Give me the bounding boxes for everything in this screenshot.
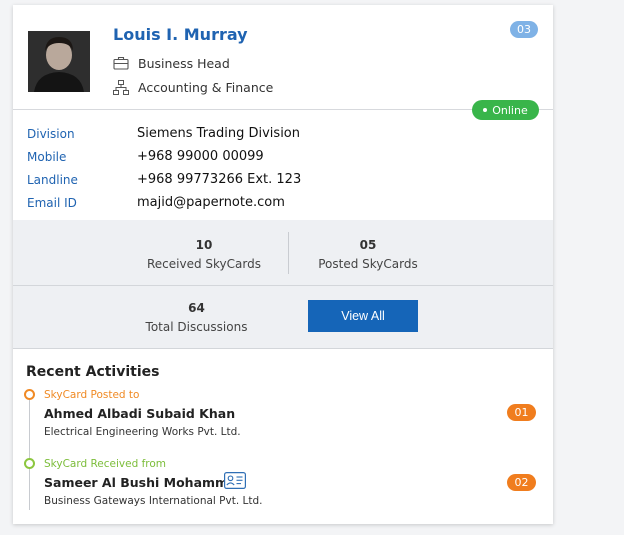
stat-label: Posted SkyCards [318,257,418,271]
info-row-landline: Landline +968 99773266 Ext. 123 [27,168,301,191]
activity-company: Business Gateways International Pvt. Ltd… [44,495,263,507]
info-label: Division [27,126,75,141]
info-label: Landline [27,172,78,187]
divider [288,232,289,274]
stat-value: 10 [195,238,213,252]
job-title: Business Head [138,55,230,71]
job-title-row: Business Head [112,55,230,71]
department: Accounting & Finance [138,79,274,95]
avatar [28,31,90,92]
info-value[interactable]: +968 99000 00099 [137,149,264,164]
stat-total-discussions[interactable]: 64 Total Discussions [139,301,254,334]
activity-company: Electrical Engineering Works Pvt. Ltd. [44,426,241,438]
timeline-node-icon [24,389,35,400]
stat-posted-skycards[interactable]: 05 Posted SkyCards [309,238,427,271]
stat-label: Total Discussions [145,320,248,334]
stat-value: 05 [359,238,377,252]
contact-info: Division Siemens Trading Division Mobile… [27,122,301,214]
stat-received-skycards[interactable]: 10 Received SkyCards [143,238,265,271]
status-dot-icon [483,108,488,112]
activity-type: SkyCard Received from [44,458,167,470]
info-value: Siemens Trading Division [137,126,301,141]
stats-panel: 10 Received SkyCards 05 Posted SkyCards … [13,220,553,349]
contact-card-icon[interactable] [224,472,246,490]
timeline-line [29,400,30,510]
info-value[interactable]: +968 99773266 Ext. 123 [137,172,301,187]
info-label: Mobile [27,149,67,164]
info-row-division: Division Siemens Trading Division [27,122,301,145]
profile-card: Louis I. Murray Business Head Accounting… [13,5,553,524]
activity-count-badge: 01 [507,404,536,421]
activity-name[interactable]: Ahmed Albadi Subaid Khan [44,406,235,421]
divider [13,285,553,286]
info-value[interactable]: majid@papernote.com [137,195,285,210]
divider [13,348,553,349]
timeline-node-icon [24,458,35,469]
briefcase-icon [112,55,130,71]
stat-value: 64 [188,301,205,315]
count-badge: 03 [510,21,538,38]
activity-name[interactable]: Sameer Al Bushi Mohammed [44,475,245,490]
status-label: Online [492,103,528,117]
activity-count-badge: 02 [507,474,536,491]
org-chart-icon [112,79,130,95]
info-row-mobile: Mobile +968 99000 00099 [27,145,301,168]
status-badge: Online [472,100,539,120]
stat-label: Received SkyCards [147,257,261,271]
view-all-button[interactable]: View All [308,300,418,332]
info-row-email: Email ID majid@papernote.com [27,191,301,214]
info-label: Email ID [27,195,77,210]
department-row: Accounting & Finance [112,79,273,95]
activity-type: SkyCard Posted to [44,389,140,401]
recent-activities-title: Recent Activities [26,364,160,380]
profile-name[interactable]: Louis I. Murray [113,25,248,44]
